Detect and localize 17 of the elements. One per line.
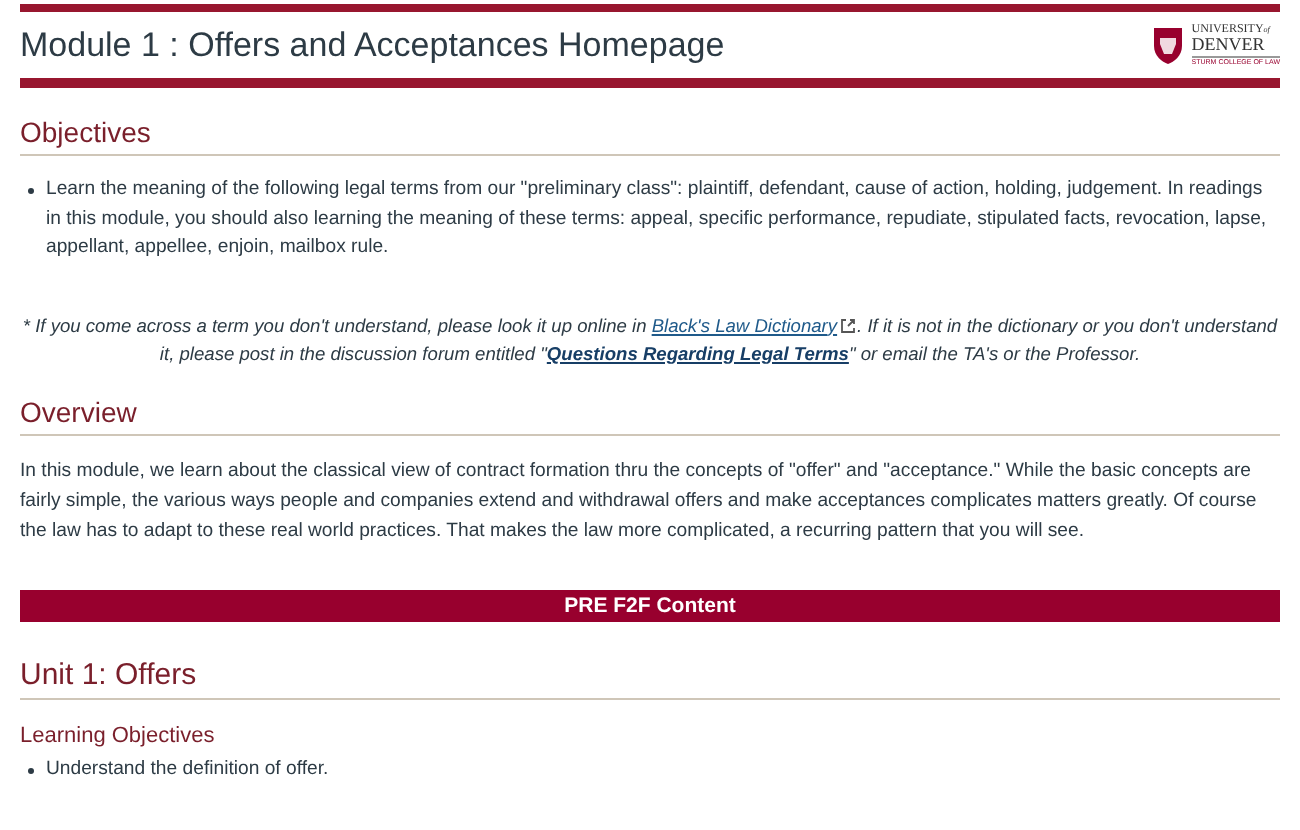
footnote-text: * If you come across a term you don't understand, please look it up online in Black's Law Dictionary . If it is not in the dictionary or you don't understand it, please post in the discussion forum entitled "Questions Regarding Legal Terms" or email the TA's or the Professor. bbox=[20, 313, 1280, 367]
subheading: Learning Objectives bbox=[20, 723, 217, 747]
bullet-text: Learn the meaning of the following legal terms from our "preliminary class": plaintiff, defendant, cause of action, holding, judgement. In readings in this module, you should also learning the meaning of these terms: appeal, specific performance, repudiate, stipulated facts, revocation, lapse, appellant, appellee, enjoin, mailbox rule. bbox=[46, 176, 1269, 262]
page-title: Module 1 : Offers and Acceptances Homepage bbox=[20, 25, 725, 65]
forum-link[interactable]: Questions Regarding Legal Terms bbox=[546, 343, 849, 363]
bullet-icon bbox=[28, 188, 34, 194]
bullet-text: Understand the definition of offer. bbox=[46, 755, 329, 783]
section-heading: Objectives bbox=[20, 116, 1280, 156]
section-heading: Unit 1: Offers bbox=[20, 657, 1280, 699]
logo-text: DENVER bbox=[1191, 35, 1265, 54]
bullet-icon bbox=[28, 767, 34, 773]
section-heading: Overview bbox=[20, 395, 1280, 435]
external-link-icon bbox=[839, 318, 856, 335]
content-banner: PRE F2F Content bbox=[20, 589, 1280, 621]
dictionary-link[interactable]: Black's Law Dictionary bbox=[651, 315, 838, 335]
overview-text: In this module, we learn about the classical view of contract formation thru the concepts of "offer" and "acceptance." While the basic concepts are fairly simple, the various ways people and companies extend and withdrawal offers and make acceptances complicates matters greatly. Of course the law has to adapt to these real world practices. That makes the law more complicated, a recurring pattern that you will see. bbox=[20, 457, 1259, 545]
shield-icon bbox=[1151, 25, 1184, 65]
